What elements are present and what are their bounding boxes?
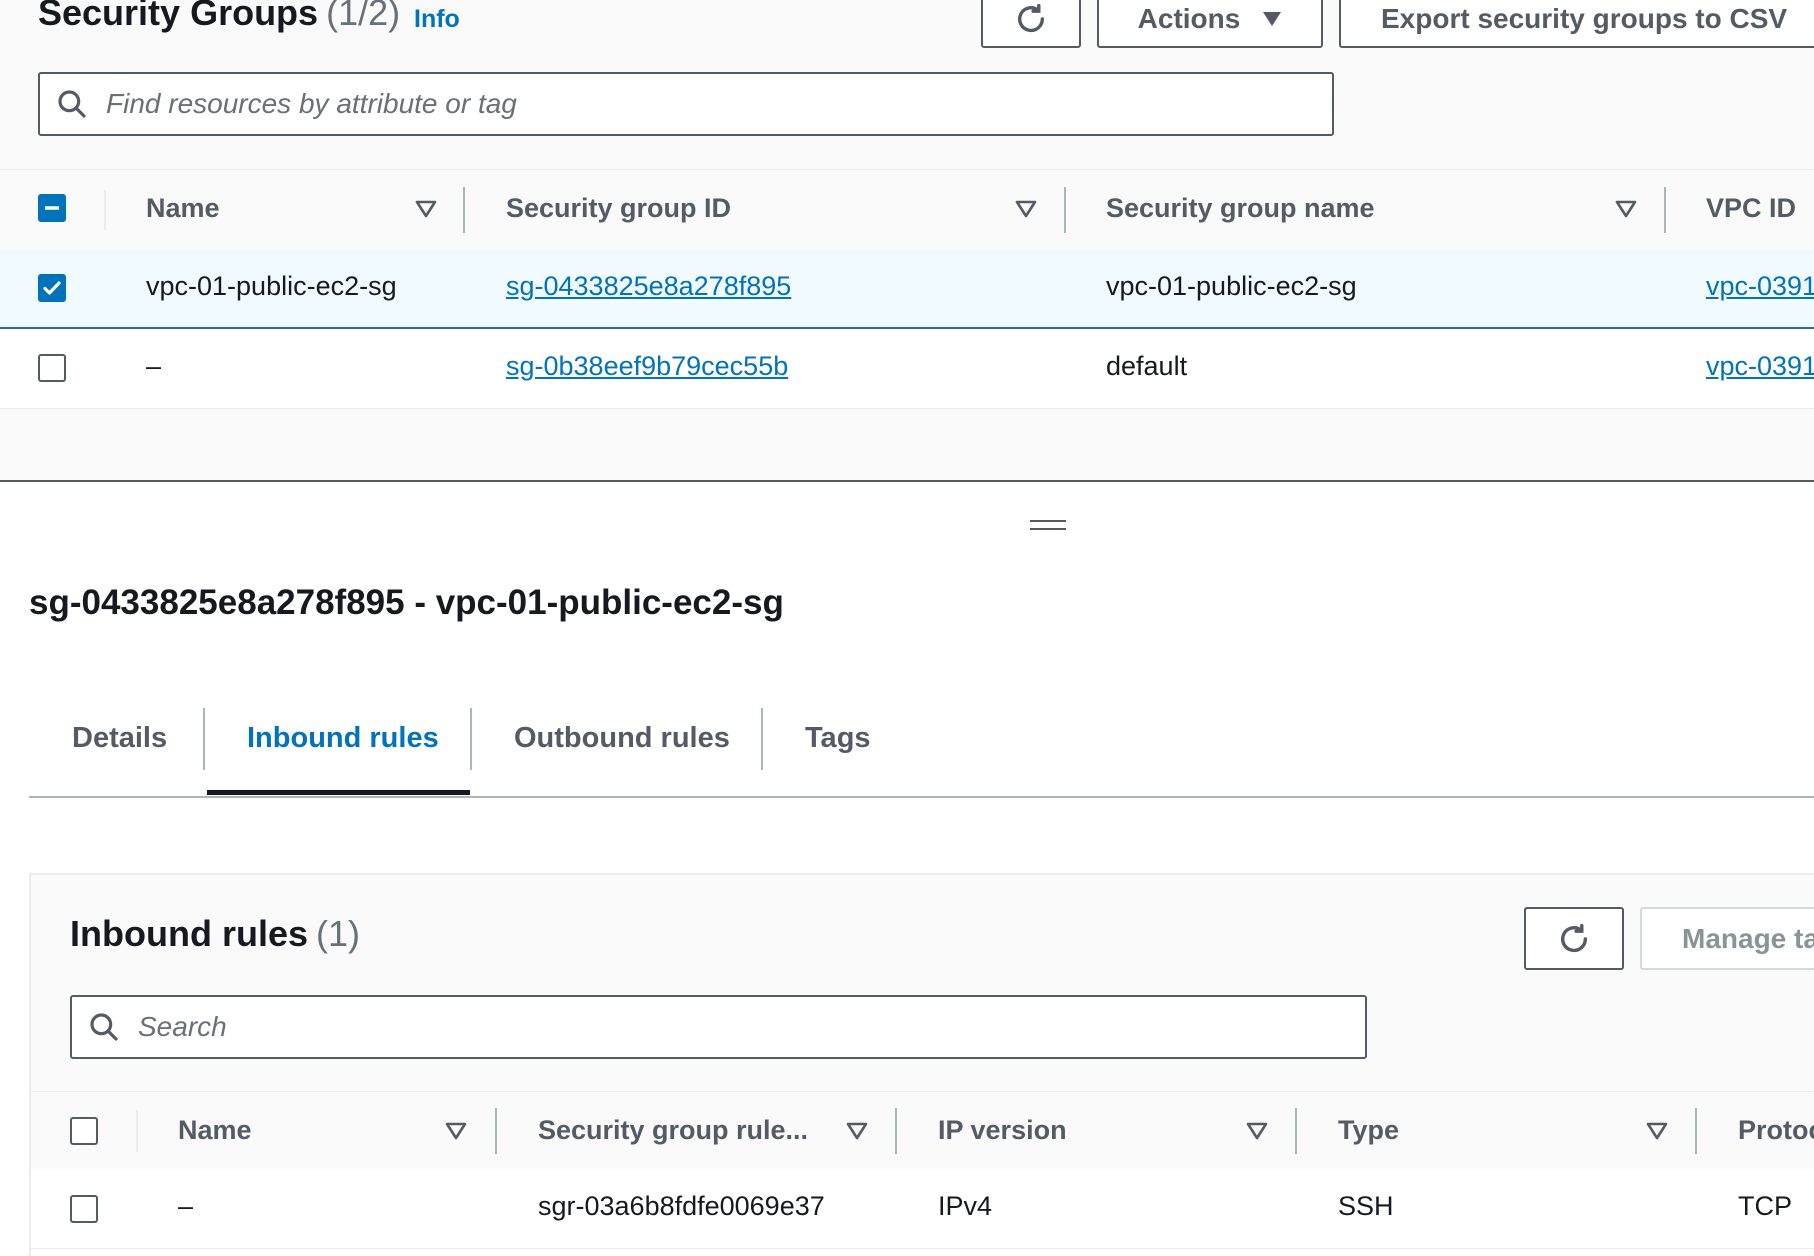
inbound-rules-table: Name Security group rule... IP version T… [31,1091,1814,1256]
protocol-cell: TCP [1738,1191,1792,1221]
sort-icon[interactable] [1646,1122,1668,1140]
column-resizer[interactable] [463,187,465,233]
sort-icon[interactable] [415,200,437,218]
tab-details[interactable]: Details [72,722,167,755]
inbound-search[interactable] [70,995,1367,1059]
column-header-sg-name[interactable]: Security group name [1106,193,1375,224]
sg-id-link[interactable]: sg-0433825e8a278f895 [506,271,791,302]
sg-groupname-cell: default [1106,351,1188,381]
column-header-name[interactable]: Name [178,1115,252,1146]
column-header-protocol[interactable]: Protoc [1738,1115,1814,1146]
tab-divider [761,708,763,770]
page-title-text: Security Groups [38,0,319,33]
row-checkbox[interactable] [38,354,66,382]
sg-groupname-cell: vpc-01-public-ec2-sg [1106,271,1357,301]
refresh-button[interactable] [981,0,1081,48]
table-row[interactable]: – sg-0b38eef9b79cec55b default vpc-0391 [0,329,1814,409]
sort-icon[interactable] [445,1122,467,1140]
column-header-ip-version[interactable]: IP version [938,1115,1067,1146]
sort-icon[interactable] [846,1122,868,1140]
select-all-checkbox[interactable] [70,1117,98,1145]
table-row[interactable]: – sgr-03a6b8fdfe0069e37 IPv4 SSH TCP [31,1169,1814,1249]
rule-name-cell: – [178,1191,194,1221]
vpc-id-link[interactable]: vpc-0391 [1706,271,1814,302]
column-header-rule-id[interactable]: Security group rule... [538,1115,808,1146]
export-csv-button[interactable]: Export security groups to CSV [1339,0,1814,48]
select-all-checkbox[interactable] [38,194,66,222]
row-checkbox[interactable] [38,274,66,302]
column-resizer[interactable] [1695,1108,1697,1154]
selection-count: (1/2) [326,0,401,33]
column-resizer[interactable] [1064,187,1066,233]
column-header-type[interactable]: Type [1338,1115,1399,1146]
table-header: Name Security group rule... IP version T… [31,1091,1814,1171]
export-csv-label: Export security groups to CSV [1381,3,1788,34]
column-separator [104,190,106,230]
tab-outbound-rules[interactable]: Outbound rules [514,722,730,755]
column-resizer[interactable] [895,1108,897,1154]
detail-title: sg-0433825e8a278f895 - vpc-01-public-ec2… [29,583,784,622]
sg-id-link[interactable]: sg-0b38eef9b79cec55b [506,351,788,382]
inbound-rules-title: Inbound rules (1) [70,913,360,955]
column-header-vpc-id[interactable]: VPC ID [1706,193,1796,224]
page-title: Security Groups (1/2) [38,0,400,34]
tabs-baseline [29,796,1814,798]
inbound-search-input[interactable] [136,1010,1365,1044]
tab-inbound-rules[interactable]: Inbound rules [247,722,439,755]
minus-icon [45,206,59,210]
security-groups-table: Name Security group ID Security group na… [0,169,1814,409]
sg-name-cell: – [146,351,162,381]
vpc-id-link[interactable]: vpc-0391 [1706,351,1814,382]
actions-label: Actions [1137,3,1241,34]
rule-id-cell: sgr-03a6b8fdfe0069e37 [538,1191,825,1221]
tab-divider [470,708,472,770]
table-header: Name Security group ID Security group na… [0,169,1814,252]
search-icon [90,1013,118,1041]
sort-icon[interactable] [1615,200,1637,218]
caret-down-icon [1263,12,1282,26]
refresh-icon [1560,923,1588,952]
manage-tags-button[interactable]: Manage ta [1640,907,1814,970]
search-icon [58,90,86,118]
sort-icon[interactable] [1246,1122,1268,1140]
column-header-name[interactable]: Name [146,193,220,224]
row-checkbox[interactable] [70,1195,98,1223]
tab-tags[interactable]: Tags [805,722,871,755]
column-header-sg-id[interactable]: Security group ID [506,193,731,224]
checkmark-icon [43,281,61,295]
column-resizer[interactable] [1295,1108,1297,1154]
active-tab-indicator [207,790,470,795]
inbound-rules-title-text: Inbound rules [70,913,308,954]
panel-resize-handle[interactable] [1030,520,1066,532]
inbound-refresh-button[interactable] [1524,907,1624,970]
manage-tags-label: Manage ta [1682,922,1814,954]
sort-icon[interactable] [1015,200,1037,218]
find-resources-search[interactable] [38,72,1334,136]
column-separator [136,1110,138,1152]
ip-version-cell: IPv4 [938,1191,993,1221]
actions-button[interactable]: Actions [1097,0,1323,48]
inbound-rules-count: (1) [316,913,360,954]
find-resources-input[interactable] [104,87,1332,121]
type-cell: SSH [1338,1191,1394,1221]
table-row[interactable]: vpc-01-public-ec2-sg sg-0433825e8a278f89… [0,249,1814,329]
sg-name-cell: vpc-01-public-ec2-sg [146,271,397,301]
tab-divider [203,708,205,770]
column-resizer[interactable] [495,1108,497,1154]
refresh-icon [1017,3,1045,33]
column-resizer[interactable] [1664,187,1666,233]
info-link[interactable]: Info [414,5,460,34]
